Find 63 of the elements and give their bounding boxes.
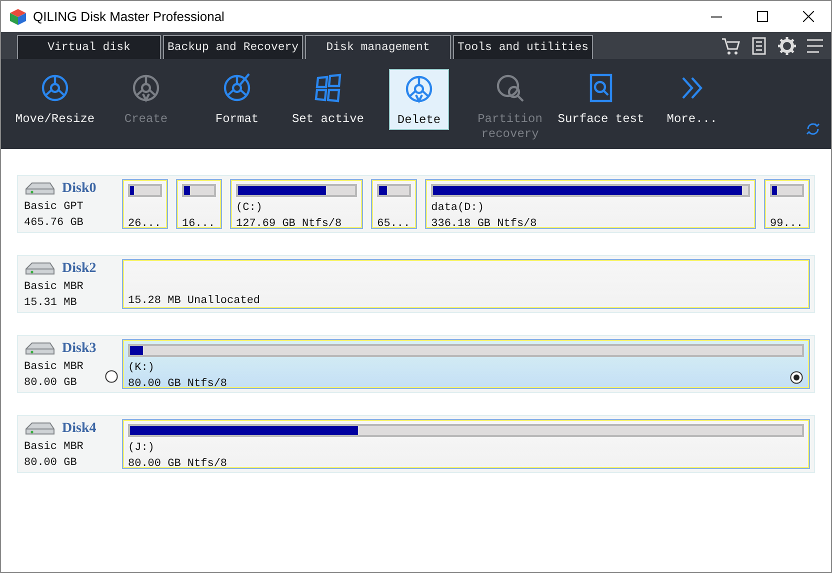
radio-button[interactable] xyxy=(105,370,118,383)
disk-size: 15.31 MB xyxy=(24,296,77,311)
recovery-tool-icon xyxy=(494,72,526,104)
tab[interactable]: Disk management xyxy=(305,35,451,59)
partition-block[interactable]: 99... xyxy=(764,179,810,229)
create-tool-icon xyxy=(130,72,162,104)
hard-drive-icon xyxy=(24,181,56,197)
partition-label: (K:) xyxy=(128,361,154,376)
active-tool-icon xyxy=(312,72,344,104)
window-title: QILING Disk Master Professional xyxy=(33,9,226,24)
toolbar-button[interactable]: Format xyxy=(193,69,281,130)
maximize-icon[interactable] xyxy=(756,11,768,22)
format-tool-icon xyxy=(221,72,253,104)
disk-size: 80.00 GB xyxy=(24,376,77,391)
partition-size: 15.28 MB Unallocated xyxy=(128,294,260,308)
partition-label: (C:) xyxy=(236,201,262,216)
disk-size: 465.76 GB xyxy=(24,216,84,231)
disk-name: Disk4 xyxy=(62,421,96,437)
tab[interactable]: Backup and Recovery xyxy=(163,35,303,59)
disk-type: Basic MBR xyxy=(24,440,84,455)
cube-icon xyxy=(9,8,27,26)
hard-drive-icon xyxy=(24,421,56,437)
disk-type: Basic MBR xyxy=(24,280,84,295)
disk-name: Disk3 xyxy=(62,341,96,357)
cart-icon[interactable] xyxy=(721,36,741,56)
toolbar-button[interactable]: Move/Resize xyxy=(11,69,99,130)
settings-icon[interactable] xyxy=(777,36,797,56)
toolbar-button[interactable]: Set active xyxy=(284,69,372,130)
swap-icon[interactable] xyxy=(805,121,821,137)
partition-block[interactable]: (K:) 80.00 GB Ntfs/8 xyxy=(122,339,810,389)
disk-type: Basic GPT xyxy=(24,200,84,215)
partition-size: 336.18 GB Ntfs/8 xyxy=(431,217,537,228)
disk-size: 80.00 GB xyxy=(24,456,77,471)
hard-drive-icon xyxy=(24,261,56,277)
partition-size: 16... xyxy=(182,217,216,228)
partition-size: 80.00 GB Ntfs/8 xyxy=(128,377,228,388)
partition-size: 26... xyxy=(128,217,162,228)
disk-name: Disk0 xyxy=(62,181,96,197)
move-tool-icon xyxy=(39,72,71,104)
partition-block[interactable]: 16... xyxy=(176,179,222,229)
partition-block[interactable]: (J:) 80.00 GB Ntfs/8 xyxy=(122,419,810,469)
tab[interactable]: Virtual disk xyxy=(17,35,161,59)
partition-block[interactable]: 15.28 MB Unallocated xyxy=(122,259,810,309)
partition-size: 80.00 GB Ntfs/8 xyxy=(128,457,228,468)
delete-tool-icon xyxy=(403,73,435,105)
partition-label: (J:) xyxy=(128,441,154,456)
hard-drive-icon xyxy=(24,341,56,357)
radio-button[interactable] xyxy=(790,371,803,384)
partition-block[interactable]: data(D:) 336.18 GB Ntfs/8 xyxy=(425,179,756,229)
disk-name: Disk2 xyxy=(62,261,96,277)
partition-size: 65... xyxy=(377,217,410,228)
tab[interactable]: Tools and utilities xyxy=(453,35,593,59)
partition-block[interactable]: 26... xyxy=(122,179,168,229)
toolbar-button[interactable]: More... xyxy=(648,69,736,130)
partition-label: data(D:) xyxy=(431,201,484,216)
disk-type: Basic MBR xyxy=(24,360,84,375)
toolbar-button[interactable]: Surface test xyxy=(557,69,645,130)
partition-block[interactable]: (C:) 127.69 GB Ntfs/8 xyxy=(230,179,364,229)
partition-block[interactable]: 65... xyxy=(371,179,418,229)
partition-size: 127.69 GB Ntfs/8 xyxy=(236,217,342,228)
toolbar-button[interactable]: Delete xyxy=(389,69,449,130)
partition-size: 99... xyxy=(770,217,804,228)
close-icon[interactable] xyxy=(802,11,814,22)
